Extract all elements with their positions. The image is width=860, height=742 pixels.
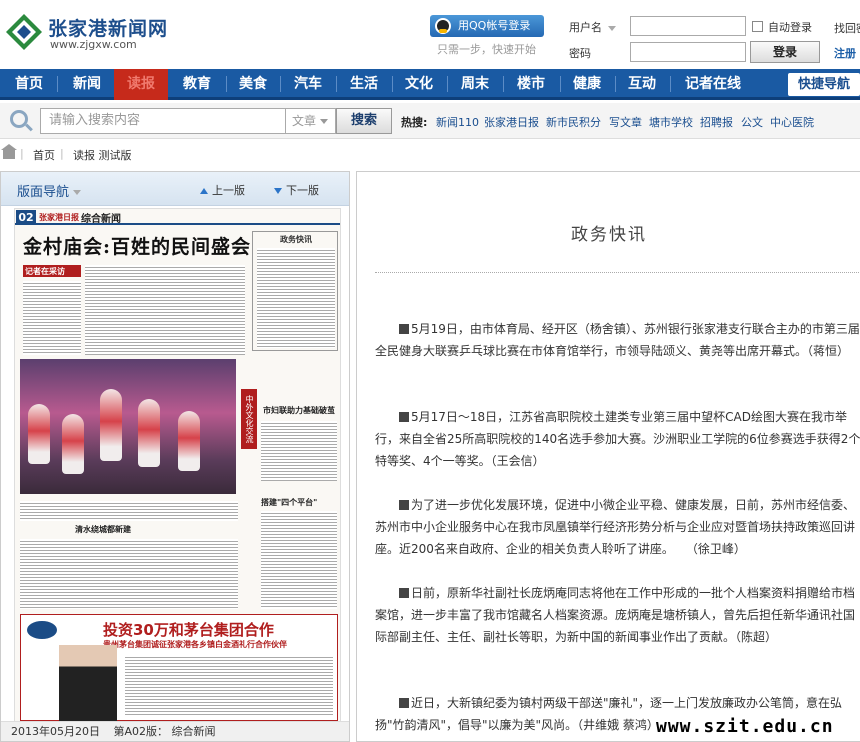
hot-link[interactable]: 公文 [741, 114, 763, 130]
issue-page: 第A02版： [113, 725, 169, 738]
paper-name: 张家港日报 [39, 213, 79, 222]
password-field[interactable] [630, 42, 746, 62]
search-button[interactable]: 搜索 [336, 108, 392, 134]
page-number: 02 [16, 210, 36, 225]
quick-nav-button[interactable]: 快捷导航 [788, 73, 860, 96]
nav-item-health[interactable]: 健康 [564, 69, 610, 100]
nav-item-read-paper[interactable]: 读报 [114, 69, 168, 100]
qq-login-button[interactable]: 用QQ帐号登录 [430, 15, 544, 37]
nav-item-education[interactable]: 教育 [172, 69, 222, 100]
hot-link[interactable]: 中心医院 [770, 114, 814, 130]
arrow-down-icon [274, 188, 282, 194]
article-panel: 政务快讯 5月19日，由市体育局、经开区（杨舍镇）、苏州银行张家港支行联合主办的… [356, 171, 860, 742]
page-footer-info: 2013年05月20日 第A02版： 综合新闻 [1, 721, 349, 741]
article-paragraph: 日前，原新华社副社长庞炳庵同志将他在工作中形成的一批个人档案资料捐赠给市档案馆，… [375, 586, 856, 644]
site-header: 张家港新闻网 www.zjgxw.com 用QQ帐号登录 只需一步，快速开始 用… [0, 0, 860, 68]
register-link[interactable]: 注册 [834, 45, 856, 61]
sub-headline[interactable]: 清水绕城都新建 [75, 524, 131, 535]
site-name[interactable]: 张家港新闻网 [48, 14, 168, 41]
article-paragraph: 5月17日～18日，江苏省高职院校土建类专业第三届中望杯CAD绘图大赛在我市举行… [375, 410, 860, 468]
hot-search-label: 热搜: [401, 116, 428, 129]
search-type-select[interactable]: 文章 [286, 108, 336, 134]
article-paragraph: 5月19日，由市体育局、经开区（杨舍镇）、苏州银行张家港支行联合主办的市第三届全… [375, 322, 860, 358]
dance-photo[interactable] [20, 359, 236, 494]
article-paragraph: 为了进一步优化发展环境，促进中小微企业平稳、健康发展，日前，苏州市经信委、苏州市… [375, 498, 856, 556]
chevron-down-icon [608, 25, 616, 31]
nav-item-life[interactable]: 生活 [341, 69, 387, 100]
nav-item-property[interactable]: 楼市 [507, 69, 555, 100]
username-label: 用户名 [569, 19, 616, 35]
hot-link[interactable]: 新闻110 [436, 114, 479, 130]
home-icon [1, 144, 17, 159]
page-navigator-panel: 版面导航 上一版 下一版 02 张家港日报 综合新闻 金村庙会:百姓的民间盛会 … [0, 171, 350, 742]
title-divider [375, 272, 860, 273]
hot-link[interactable]: 招聘报 [700, 114, 733, 130]
ad-person-image [59, 645, 117, 721]
breadcrumb-home[interactable]: 首页 [33, 147, 55, 163]
main-nav: 首页 新闻 读报 教育 美食 汽车 生活 文化 周末 楼市 健康 互动 记者在线… [0, 69, 860, 100]
side-news-box[interactable]: 政务快讯 [252, 231, 338, 351]
section-name: 综合新闻 [81, 214, 121, 225]
password-label: 密码 [569, 47, 591, 60]
arrow-up-icon [200, 188, 208, 194]
sub-headline[interactable]: 搭建"四个平台" [261, 497, 317, 508]
issue-date: 2013年05月20日 [11, 725, 100, 738]
qq-icon [435, 18, 451, 34]
nav-item-culture[interactable]: 文化 [396, 69, 442, 100]
auto-login-checkbox[interactable] [752, 21, 763, 32]
newspaper-headline[interactable]: 金村庙会:百姓的民间盛会 [23, 232, 251, 259]
nav-item-food[interactable]: 美食 [230, 69, 276, 100]
auto-login-label: 自动登录 [768, 21, 812, 34]
hot-link[interactable]: 写文章 [609, 114, 642, 130]
hot-link[interactable]: 张家港日报 [484, 114, 539, 130]
nav-item-auto[interactable]: 汽车 [284, 69, 332, 100]
ad-subtitle: 贵州茅台集团诚征张家港各乡镇白金酒礼行合作伙伴 [103, 640, 287, 649]
advertisement[interactable]: 投资30万和茅台集团合作 贵州茅台集团诚征张家港各乡镇白金酒礼行合作伙伴 [20, 614, 338, 721]
site-logo-icon[interactable] [4, 12, 44, 52]
side-news-title: 政务快讯 [280, 235, 312, 244]
hot-link[interactable]: 塘市学校 [649, 114, 693, 130]
bullet-square-icon [399, 588, 409, 598]
bullet-square-icon [399, 698, 409, 708]
hot-link[interactable]: 新市民积分 [546, 114, 601, 130]
breadcrumb-current: 读报 测试版 [73, 149, 132, 162]
search-input[interactable]: 请输入搜索内容 [40, 108, 286, 134]
site-url: www.zjgxw.com [50, 38, 137, 51]
chevron-down-icon [73, 190, 82, 195]
qq-login-tip: 只需一步，快速开始 [437, 43, 536, 56]
ad-logo-icon [27, 621, 57, 639]
reporter-tag: 记者在采访 [25, 267, 65, 276]
prev-page-button[interactable]: 上一版 [200, 182, 245, 198]
search-icon [10, 110, 28, 128]
bullet-square-icon [399, 324, 409, 334]
nav-item-weekend[interactable]: 周末 [451, 69, 499, 100]
username-field[interactable] [630, 16, 746, 36]
nav-item-interact[interactable]: 互动 [619, 69, 665, 100]
page-navigator-title[interactable]: 版面导航 [17, 181, 82, 200]
watermark: www.szit.edu.cn [656, 716, 834, 737]
next-page-button[interactable]: 下一版 [274, 182, 319, 198]
login-button[interactable]: 登录 [750, 41, 820, 63]
page-navigator-header: 版面导航 上一版 下一版 [1, 172, 349, 206]
article-title: 政务快讯 [571, 225, 647, 245]
issue-section: 综合新闻 [171, 725, 216, 738]
find-password-link[interactable]: 找回密 [834, 20, 860, 36]
search-bar: 请输入搜索内容 文章 搜索 热搜: 新闻110 张家港日报 新市民积分 写文章 … [0, 103, 860, 139]
bullet-square-icon [399, 500, 409, 510]
newspaper-masthead: 02 张家港日报 综合新闻 [15, 209, 340, 225]
culture-exchange-tag: 中外文化交流 [241, 389, 257, 449]
nav-item-news[interactable]: 新闻 [62, 69, 112, 100]
chevron-down-icon [320, 119, 329, 124]
ad-title: 投资30万和茅台集团合作 [103, 621, 274, 639]
nav-item-reporter-online[interactable]: 记者在线 [676, 69, 750, 100]
qq-login-label: 用QQ帐号登录 [458, 19, 531, 32]
newspaper-page-image[interactable]: 02 张家港日报 综合新闻 金村庙会:百姓的民间盛会 政务快讯 记者在采访 中外… [14, 208, 341, 723]
bullet-square-icon [399, 412, 409, 422]
nav-item-home[interactable]: 首页 [6, 69, 52, 100]
sub-headline[interactable]: 市妇联助力基础破茧 [263, 405, 335, 416]
